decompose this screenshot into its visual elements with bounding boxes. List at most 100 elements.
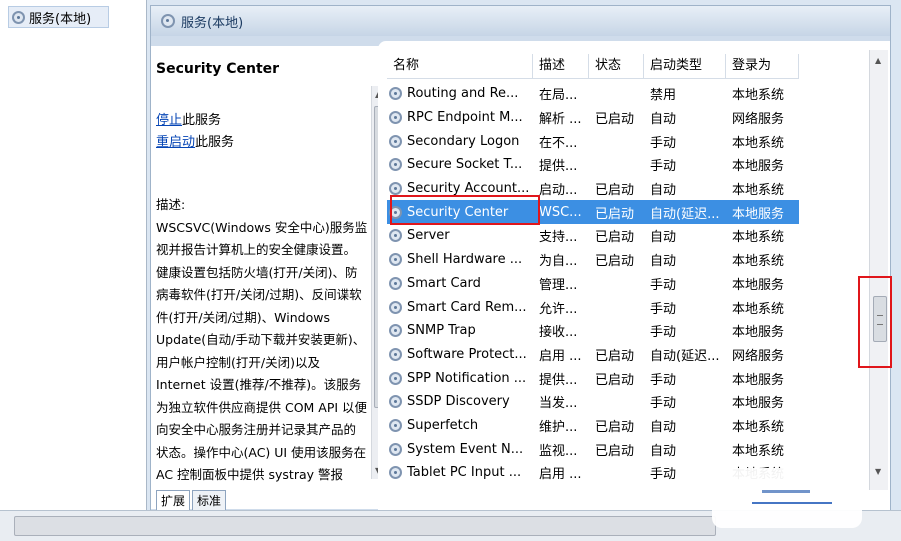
sort-ascending-icon: ^	[453, 54, 461, 58]
table-row[interactable]: Security Account... 启动... 已启动 自动 本地系统	[387, 177, 799, 201]
restart-service-link[interactable]: 重启动	[156, 135, 195, 150]
service-name-cell-text: Secure Socket T...	[407, 157, 523, 173]
service-gear-icon	[389, 395, 402, 409]
service-description-cell: 管理...	[533, 274, 589, 293]
scroll-up-arrow-icon[interactable]: ▲	[875, 56, 881, 65]
table-row[interactable]: Smart Card 管理... 手动 本地服务	[387, 272, 799, 296]
service-description-cell: 解析 ...	[533, 108, 589, 127]
service-startup-type-cell: 自动	[644, 108, 726, 127]
service-status-cell-text: 已启动	[595, 206, 635, 222]
service-log-on-as-cell: 本地服务	[726, 274, 799, 293]
service-gear-icon	[389, 418, 402, 432]
service-name-cell-text: Tablet PC Input ...	[407, 465, 522, 481]
service-status-cell: 已启动	[589, 226, 644, 245]
services-list: 名称 ^ 描述 状态 启动类型 登录为 Routing and Re... 在局.…	[378, 41, 890, 511]
column-header-startup-type[interactable]: 启动类型	[644, 54, 726, 78]
table-row[interactable]: Secure Socket T... 提供... 手动 本地服务	[387, 153, 799, 177]
service-status-cell: 已启动	[589, 203, 644, 222]
service-status-cell-text: 已启动	[595, 112, 635, 128]
service-gear-icon	[389, 347, 402, 361]
service-name-cell: Server	[387, 228, 533, 243]
column-header-name[interactable]: 名称 ^	[387, 54, 533, 78]
console-tree: 服务(本地)	[0, 0, 147, 510]
service-log-on-as-cell: 本地服务	[726, 392, 799, 411]
table-row[interactable]: SPP Notification ... 提供... 已启动 手动 本地服务	[387, 366, 799, 390]
service-name-cell: SSDP Discovery	[387, 394, 533, 409]
service-description-cell-text: 启用 ...	[539, 467, 582, 483]
table-row[interactable]: System Event N... 监视... 已启动 自动 本地系统	[387, 437, 799, 461]
tree-node-services-local[interactable]: 服务(本地)	[8, 6, 109, 28]
service-log-on-as-cell-text: 网络服务	[732, 112, 785, 128]
tab-standard[interactable]: 标准	[192, 490, 227, 511]
service-startup-type-cell-text: 手动	[650, 467, 677, 483]
service-name-cell-text: SPP Notification ...	[407, 370, 527, 386]
table-row[interactable]: Security Center WSC... 已启动 自动(延迟... 本地服务	[387, 200, 799, 225]
table-row[interactable]: Routing and Re... 在局... 禁用 本地系统	[387, 82, 799, 106]
logo-underline	[752, 502, 832, 504]
service-log-on-as-cell: 本地系统	[726, 132, 799, 151]
service-description-cell-text: 解析 ...	[539, 112, 582, 128]
column-header-status[interactable]: 状态	[589, 54, 644, 78]
service-startup-type-cell-text: 自动(延迟...	[650, 348, 720, 364]
service-gear-icon	[389, 324, 402, 338]
service-startup-type-cell: 手动	[644, 298, 726, 317]
service-description-cell-text: 监视...	[539, 443, 578, 459]
service-rows: Routing and Re... 在局... 禁用 本地系统 RPC Endpoint…	[387, 82, 799, 485]
tab-extended[interactable]: 扩展	[156, 490, 191, 511]
service-startup-type-cell-text: 手动	[650, 396, 677, 412]
table-row[interactable]: Superfetch 维护... 已启动 自动 本地系统	[387, 414, 799, 438]
service-name-cell: Shell Hardware ...	[387, 252, 533, 267]
service-description-cell-text: 允许...	[539, 301, 578, 317]
scroll-down-arrow-icon[interactable]: ▼	[875, 467, 881, 476]
service-name-cell: Security Center	[387, 205, 533, 220]
restart-service-suffix: 此服务	[195, 135, 235, 150]
column-header-log-on-as[interactable]: 登录为	[726, 54, 799, 78]
service-status-cell: 已启动	[589, 440, 644, 459]
table-row[interactable]: Smart Card Rem... 允许... 手动 本地系统	[387, 295, 799, 319]
service-log-on-as-cell: 本地系统	[726, 179, 799, 198]
service-startup-type-cell-text: 自动	[650, 183, 677, 199]
table-row[interactable]: Secondary Logon 在不... 手动 本地系统	[387, 129, 799, 153]
service-name-cell-text: Security Center	[407, 204, 509, 220]
horizontal-scroll-thumb[interactable]	[14, 516, 716, 536]
services-list-scrollbar[interactable]: ▲ ▼	[869, 50, 888, 490]
service-name-cell-text: Software Protect...	[407, 346, 527, 362]
service-log-on-as-cell: 网络服务	[726, 345, 799, 364]
stop-service-link[interactable]: 停止	[156, 113, 182, 128]
description-line: 描述:	[156, 197, 186, 212]
service-status-cell-text: 已启动	[595, 183, 635, 199]
table-row[interactable]: Shell Hardware ... 为自... 已启动 自动 本地系统	[387, 248, 799, 272]
service-description-cell: 支持...	[533, 226, 589, 245]
column-header-description[interactable]: 描述	[533, 54, 589, 78]
service-status-cell-text: 已启动	[595, 254, 635, 270]
table-row[interactable]: Server 支持... 已启动 自动 本地系统	[387, 224, 799, 248]
service-description-cell: 启用 ...	[533, 463, 589, 482]
service-name-cell: Secondary Logon	[387, 134, 533, 149]
service-name-cell: System Event N...	[387, 442, 533, 457]
service-log-on-as-cell-text: 本地服务	[732, 325, 785, 341]
service-name-cell-text: Server	[407, 228, 450, 244]
table-row[interactable]: SNMP Trap 接收... 手动 本地服务	[387, 319, 799, 343]
list-header: 名称 ^ 描述 状态 启动类型 登录为	[387, 54, 799, 79]
service-description-cell-text: 当发...	[539, 396, 578, 412]
service-name-cell: Smart Card Rem...	[387, 300, 533, 315]
service-gear-icon	[389, 300, 402, 314]
service-log-on-as-cell: 本地服务	[726, 321, 799, 340]
service-log-on-as-cell-text: 本地服务	[732, 159, 785, 175]
service-gear-icon	[389, 87, 402, 101]
table-row[interactable]: Software Protect... 启用 ... 已启动 自动(延迟... 网络服务	[387, 343, 799, 367]
view-tabs: 扩展 标准	[156, 490, 227, 511]
table-row[interactable]: SSDP Discovery 当发... 手动 本地服务	[387, 390, 799, 414]
service-log-on-as-cell-text: 本地系统	[732, 183, 785, 199]
table-row[interactable]: RPC Endpoint M... 解析 ... 已启动 自动 网络服务	[387, 106, 799, 130]
service-name-cell-text: SNMP Trap	[407, 323, 476, 339]
service-name-cell: RPC Endpoint M...	[387, 110, 533, 125]
services-pane: 服务(本地) Security Center 停止此服务 重启动此服务 描述: W…	[150, 5, 891, 512]
service-log-on-as-cell: 网络服务	[726, 108, 799, 127]
service-description-cell: 接收...	[533, 321, 589, 340]
service-startup-type-cell-text: 自动	[650, 112, 677, 128]
services-gear-icon	[12, 10, 25, 24]
service-log-on-as-cell-text: 本地服务	[732, 206, 785, 222]
service-description-cell-text: 为自...	[539, 254, 578, 270]
service-name-cell: Secure Socket T...	[387, 157, 533, 172]
